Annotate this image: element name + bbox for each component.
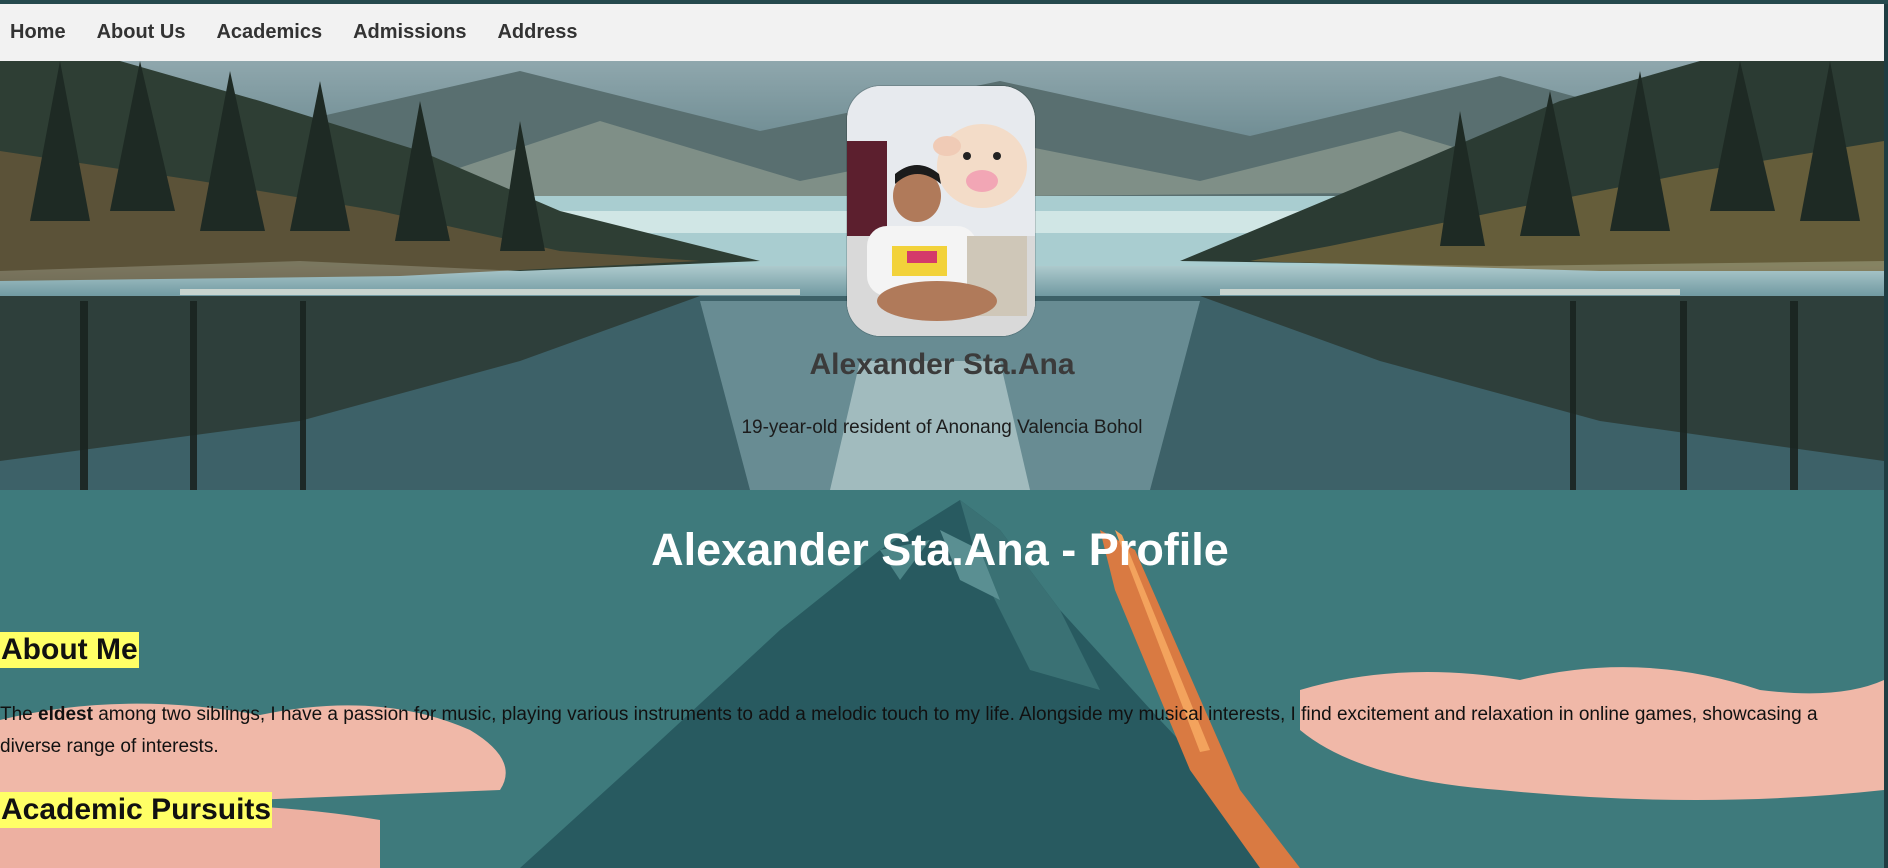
hero-name: Alexander Sta.Ana bbox=[809, 348, 1075, 381]
window-edge bbox=[1884, 4, 1888, 868]
about-text-bold: eldest bbox=[38, 704, 93, 725]
navbar: Home About Us Academics Admissions Addre… bbox=[0, 4, 1884, 62]
profile-photo-image bbox=[847, 86, 1035, 336]
nav-about-us[interactable]: About Us bbox=[97, 17, 186, 48]
hero-subtitle: 19-year-old resident of Anonang Valencia… bbox=[741, 417, 1143, 438]
about-text-rest: among two siblings, I have a passion for… bbox=[0, 704, 1818, 757]
page: Home About Us Academics Admissions Addre… bbox=[0, 0, 1888, 868]
profile-photo bbox=[847, 86, 1035, 336]
nav-address[interactable]: Address bbox=[497, 17, 577, 48]
hero-banner: Alexander Sta.Ana 19-year-old resident o… bbox=[0, 61, 1884, 490]
about-me-text: The eldest among two siblings, I have a … bbox=[0, 699, 1820, 763]
academic-pursuits-heading: Academic Pursuits bbox=[0, 792, 273, 828]
about-me-heading: About Me bbox=[0, 632, 139, 668]
nav-academics[interactable]: Academics bbox=[216, 17, 322, 48]
about-text-prefix: The bbox=[0, 704, 39, 725]
profile-section: Alexander Sta.Ana - Profile About Me The… bbox=[0, 490, 1884, 868]
profile-title: Alexander Sta.Ana - Profile bbox=[651, 524, 1229, 575]
nav-home[interactable]: Home bbox=[10, 17, 66, 48]
nav-admissions[interactable]: Admissions bbox=[353, 17, 466, 48]
